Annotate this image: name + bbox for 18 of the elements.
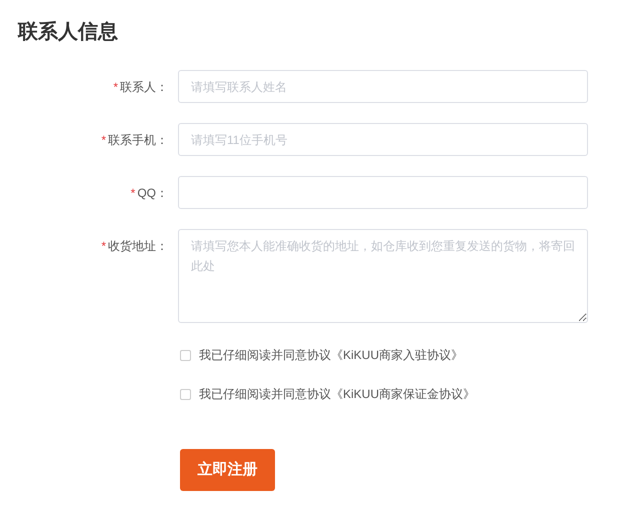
field-label: 联系手机：	[108, 132, 168, 148]
required-mark: *	[101, 132, 106, 148]
agreement-text: 我已仔细阅读并同意协议《KiKUU商家入驻协议》	[199, 347, 464, 363]
checkbox[interactable]	[180, 350, 191, 360]
required-mark: *	[113, 79, 118, 95]
input-field[interactable]	[178, 176, 588, 209]
required-mark: *	[130, 185, 136, 201]
input-field[interactable]: 请填写11位手机号	[178, 123, 588, 156]
field-label: QQ：	[137, 185, 168, 201]
checkbox[interactable]	[180, 388, 191, 400]
required-mark: *	[101, 238, 106, 254]
agreement-text: 我已仔细阅读并同意协议《KiKUU商家保证金协议》	[199, 386, 476, 402]
field-label: 收货地址：	[108, 238, 168, 254]
register-button[interactable]: 立即注册	[180, 449, 275, 491]
input-field[interactable]: 请填写联系人姓名	[178, 70, 588, 103]
field-label: 联系人：	[120, 79, 168, 95]
address-field[interactable]: 请填写您本人能准确收货的地址，如仓库收到您重复发送的货物，将寄回此处	[178, 229, 588, 323]
section-title: 联系人信息	[18, 20, 118, 45]
